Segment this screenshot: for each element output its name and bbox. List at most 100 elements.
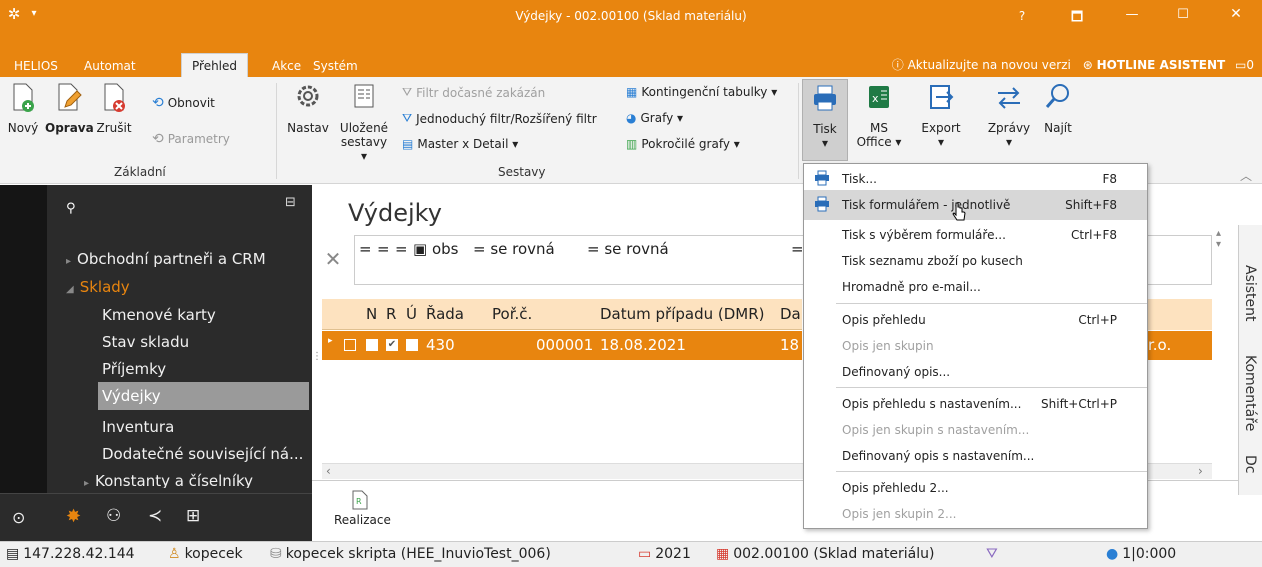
- column-n[interactable]: N: [366, 305, 377, 323]
- expand-nav-icon[interactable]: ⊙: [12, 508, 25, 527]
- help-button[interactable]: ?: [1012, 9, 1032, 23]
- nav-item-dodatecne[interactable]: Dodatečné související ná...: [102, 445, 303, 463]
- table-row[interactable]: ▸ ✔ 430 000001 18.08.2021 18: [322, 331, 802, 360]
- print-button[interactable]: Tisk ▾: [802, 79, 848, 161]
- nav-item-vydejky[interactable]: Výdejky: [102, 387, 161, 405]
- update-link[interactable]: Aktualizujte na novou verzi: [908, 58, 1071, 72]
- status-year[interactable]: ▭ 2021: [638, 546, 691, 562]
- status-ip: ▤ 147.228.42.144: [6, 546, 135, 562]
- menu-item-shortcut: Ctrl+F8: [1071, 228, 1117, 242]
- messages-button[interactable]: Zprávy ▾: [984, 81, 1034, 149]
- tree-icon[interactable]: ⚇: [106, 506, 121, 526]
- ms-office-button[interactable]: x MS Office ▾: [852, 81, 906, 149]
- scroll-left-icon[interactable]: ‹: [326, 464, 331, 478]
- pivot-tables-button[interactable]: ▦ Kontingenční tabulky ▾: [626, 85, 777, 99]
- vertical-scrollbar[interactable]: ▴ ▾: [1216, 220, 1236, 300]
- column-u[interactable]: Ú: [406, 305, 417, 323]
- tab-system[interactable]: Systém: [303, 56, 368, 77]
- column-da[interactable]: Da: [780, 305, 801, 323]
- tab-dc[interactable]: Dc: [1242, 455, 1258, 473]
- realizace-button[interactable]: R Realizace: [334, 490, 391, 527]
- export-button[interactable]: Export ▾: [916, 81, 966, 149]
- refresh-button[interactable]: ⟲ Obnovit: [152, 95, 215, 111]
- collapse-ribbon-icon[interactable]: ︿: [1240, 167, 1252, 184]
- collapse-icon: ◢: [66, 284, 74, 295]
- expand-icon: ▸: [66, 256, 72, 267]
- menu-item-shortcut: Ctrl+P: [1078, 313, 1117, 327]
- hotline-icon: ⊛: [1082, 58, 1093, 72]
- simple-filter-button[interactable]: ⛛ Jednoduchý filtr/Rozšířený filtr: [402, 111, 597, 126]
- nav-item-partners[interactable]: ▸ Obchodní partneři a CRM: [66, 250, 266, 268]
- tab-komentare[interactable]: Komentáře: [1242, 355, 1258, 431]
- menu-item-opis-skupin-2: Opis jen skupin 2...: [804, 499, 1147, 529]
- close-button[interactable]: ✕: [1226, 6, 1246, 22]
- status-database[interactable]: ⛁ kopecek skripta (HEE_InuvioTest_006): [270, 546, 551, 562]
- favorites-icon[interactable]: ✸: [66, 506, 81, 527]
- filter-op-datum[interactable]: =: [791, 240, 804, 258]
- clear-filter-icon[interactable]: ✕: [322, 235, 344, 285]
- printer-icon: [815, 196, 829, 212]
- menu-item-definovany-opis-nastavenim[interactable]: Definovaný opis s nastavením...: [804, 441, 1147, 471]
- column-datum[interactable]: Datum případu (DMR): [600, 305, 765, 323]
- share-icon[interactable]: ≺: [148, 506, 162, 526]
- nav-item-stav-skladu[interactable]: Stav skladu: [102, 333, 189, 351]
- filter-op-obs[interactable]: ▣ obs: [413, 240, 458, 258]
- tab-automat[interactable]: Automat: [74, 56, 146, 77]
- filter-op-u[interactable]: =: [395, 240, 408, 258]
- tab-asistent[interactable]: Asistent: [1242, 265, 1258, 322]
- column-porc[interactable]: Poř.č.: [492, 305, 532, 323]
- find-button[interactable]: Najít: [1036, 81, 1080, 135]
- menu-separator: [836, 387, 1147, 388]
- scroll-down-icon[interactable]: ▾: [1216, 239, 1236, 250]
- temporary-filter-label: Filtr dočasné zakázán: [416, 85, 546, 100]
- checkbox-n[interactable]: [366, 339, 378, 351]
- advanced-charts-button[interactable]: ▥ Pokročilé grafy ▾: [626, 137, 740, 151]
- status-user[interactable]: ♙ kopecek: [168, 546, 243, 562]
- nav-item-prijemky[interactable]: Příjemky: [102, 360, 166, 378]
- filter-op-porc[interactable]: = se rovná: [587, 240, 669, 258]
- hotline-button[interactable]: HOTLINE ASISTENT: [1097, 58, 1226, 72]
- column-r[interactable]: R: [386, 305, 396, 323]
- row-indicator-icon: ▸: [328, 336, 333, 346]
- nav-item-sklady[interactable]: ◢ Sklady: [66, 278, 130, 296]
- filter-op-n[interactable]: =: [359, 240, 372, 258]
- master-detail-button[interactable]: ▤ Master x Detail ▾: [402, 137, 518, 151]
- filter-op-r[interactable]: =: [377, 240, 390, 258]
- maximize-button[interactable]: ☐: [1173, 7, 1193, 22]
- nav-item-inventura[interactable]: Inventura: [102, 418, 174, 436]
- cancel-button[interactable]: Zrušit: [94, 81, 134, 135]
- charts-button[interactable]: ◕ Grafy ▾: [626, 111, 683, 125]
- nav-search-icon[interactable]: ⚲: [66, 201, 76, 216]
- message-icon[interactable]: ▭: [1235, 58, 1246, 72]
- saved-reports-button[interactable]: Uložené sestavy ▾: [338, 81, 390, 163]
- menu-item-label: Opis jen skupin: [842, 339, 934, 353]
- status-filter-icon[interactable]: ⛛: [986, 546, 998, 562]
- scroll-up-icon[interactable]: ▴: [1216, 228, 1236, 239]
- tab-helios[interactable]: HELIOS: [4, 56, 68, 77]
- menu-item-tisk-formularem[interactable]: Tisk formulářem - jednotlivě Shift+F8: [804, 190, 1147, 221]
- database-icon: ⛁: [270, 546, 282, 562]
- minimize-button[interactable]: —: [1122, 7, 1142, 22]
- scroll-right-icon[interactable]: ›: [1198, 464, 1203, 478]
- checkbox-r-checked[interactable]: ✔: [386, 339, 398, 351]
- printer-icon: [815, 170, 829, 186]
- page-title: Výdejky: [348, 199, 442, 227]
- nav-item-kmenove-karty[interactable]: Kmenové karty: [102, 306, 216, 324]
- status-warehouse[interactable]: ▦ 002.00100 (Sklad materiálu): [716, 546, 934, 562]
- info-icon: ●: [1106, 546, 1119, 562]
- splitter-handle[interactable]: ⋮: [312, 351, 322, 375]
- column-rada[interactable]: Řada: [426, 305, 464, 323]
- nav-collapse-icon[interactable]: ⊟: [285, 195, 296, 210]
- row-select-checkbox[interactable]: [344, 339, 356, 351]
- filter-op-rada[interactable]: = se rovná: [473, 240, 555, 258]
- settings-button[interactable]: Nastav: [286, 81, 330, 135]
- nav-item-konstanty[interactable]: ▸ Konstanty a číselníky: [84, 472, 253, 488]
- menu-item-hromadne-email[interactable]: Hromadně pro e-mail...: [804, 272, 1147, 302]
- menu-item-definovany-opis[interactable]: Definovaný opis...: [804, 357, 1147, 387]
- layout-icon[interactable]: 🗖: [1067, 8, 1087, 30]
- grid-icon[interactable]: ⊞: [186, 506, 200, 526]
- new-button[interactable]: Nový: [6, 81, 40, 135]
- edit-button[interactable]: Oprava: [45, 81, 94, 135]
- checkbox-u[interactable]: [406, 339, 418, 351]
- tab-prehled[interactable]: Přehled: [181, 53, 249, 77]
